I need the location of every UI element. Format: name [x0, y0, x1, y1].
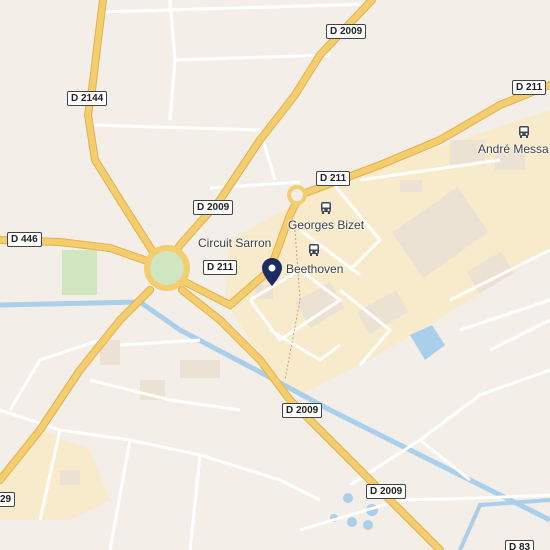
- roundabout-main: [144, 245, 190, 291]
- road-shield-d446: D 446: [7, 232, 42, 247]
- industrial-zone-area-west: [0, 430, 110, 520]
- place-label-andre-messager[interactable]: André Messa: [478, 142, 549, 156]
- road-shield-d2009: D 2009: [282, 403, 323, 418]
- road-shield-d83: D 83: [505, 540, 535, 550]
- road-shield-d211: D 211: [203, 260, 238, 275]
- road-shield-d2009: D 2009: [326, 24, 367, 39]
- park-area: [62, 250, 97, 295]
- map-view[interactable]: D 2009 D 211 D 2144 D 211 D 2009 D 446 D…: [0, 0, 550, 550]
- bus-stop-icon[interactable]: [517, 125, 531, 139]
- roundabout-north: [287, 185, 307, 205]
- place-label-circuit-sarron[interactable]: Circuit Sarron: [198, 236, 271, 250]
- water-pond: [347, 517, 357, 527]
- place-label-georges-bizet[interactable]: Georges Bizet: [288, 218, 364, 232]
- road-shield-partial: 29: [0, 492, 16, 507]
- bus-stop-icon[interactable]: [319, 201, 333, 215]
- road-shield-d2009: D 2009: [366, 484, 407, 499]
- road-shield-d211: D 211: [316, 171, 351, 186]
- water-pond: [343, 493, 353, 503]
- water-pond: [363, 520, 373, 530]
- bus-stop-icon[interactable]: [307, 243, 321, 257]
- location-pin-icon[interactable]: [262, 258, 282, 286]
- road-shield-d2144: D 2144: [67, 91, 108, 106]
- road-shield-d211: D 211: [512, 80, 547, 95]
- place-label-beethoven[interactable]: Beethoven: [286, 262, 343, 276]
- road-shield-d2009: D 2009: [193, 200, 234, 215]
